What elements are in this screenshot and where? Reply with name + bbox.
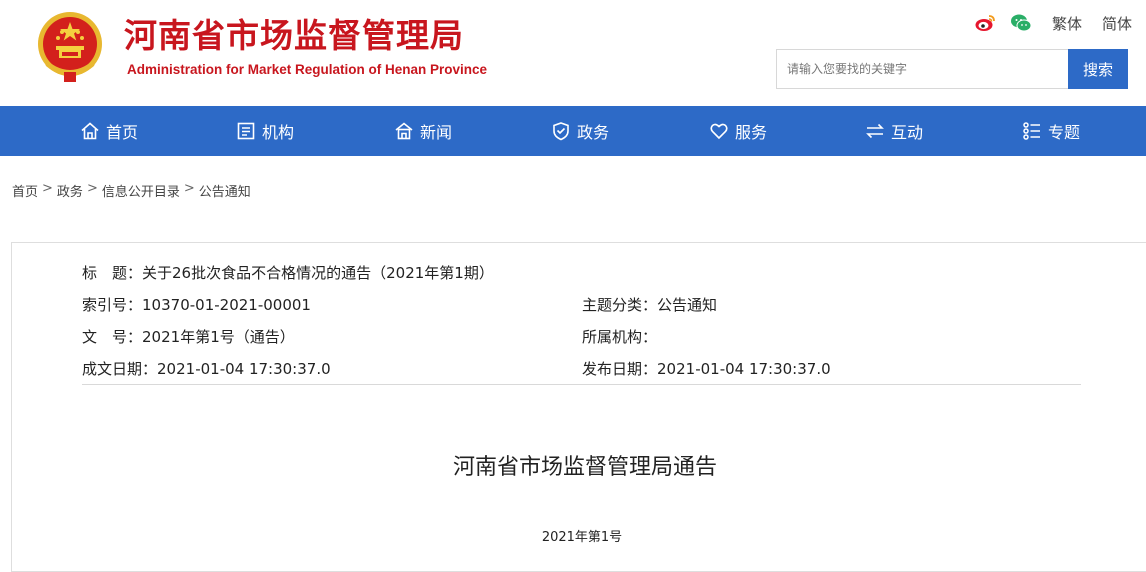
nav-label: 机构 bbox=[262, 123, 295, 142]
nav-label: 新闻 bbox=[420, 123, 453, 142]
breadcrumb-government-affairs[interactable]: 政务 bbox=[57, 181, 83, 200]
nav-item-government-affairs[interactable]: 政务 bbox=[551, 106, 609, 156]
breadcrumb: 首页 > 政务 > 信息公开目录 > 公告通知 bbox=[12, 181, 251, 200]
meta-doc-number: 文 号：2021年第1号（通告） bbox=[82, 327, 295, 347]
national-emblem-icon[interactable] bbox=[34, 10, 106, 84]
nav-label: 互动 bbox=[891, 123, 924, 142]
heart-icon bbox=[710, 123, 728, 140]
org-list-icon bbox=[237, 122, 255, 140]
meta-doc-number-value: 2021年第1号（通告） bbox=[142, 328, 295, 346]
exchange-arrows-icon bbox=[866, 123, 884, 139]
breadcrumb-disclosure-catalog[interactable]: 信息公开目录 bbox=[102, 181, 180, 200]
top-tools: 繁体 简体 bbox=[974, 12, 1132, 34]
meta-created-label: 成文日期： bbox=[82, 360, 158, 378]
nav-label: 服务 bbox=[735, 123, 768, 142]
nav-item-home[interactable]: 首页 bbox=[80, 106, 138, 156]
breadcrumb-notices[interactable]: 公告通知 bbox=[199, 181, 251, 200]
nav-label: 政务 bbox=[577, 123, 610, 142]
meta-category-label: 主题分类： bbox=[582, 296, 658, 314]
document-heading: 河南省市场监督管理局通告 bbox=[452, 455, 717, 480]
nav-item-organization[interactable]: 机构 bbox=[236, 106, 294, 156]
traditional-chinese-link[interactable]: 繁体 bbox=[1052, 13, 1082, 34]
wechat-icon[interactable] bbox=[1010, 12, 1032, 34]
shield-icon bbox=[553, 122, 569, 141]
search-input[interactable] bbox=[776, 49, 1068, 89]
meta-index-label: 索引号： bbox=[82, 296, 143, 314]
nav-item-services[interactable]: 服务 bbox=[709, 106, 767, 156]
meta-title: 标 题：关于26批次食品不合格情况的通告（2021年第1期） bbox=[82, 263, 494, 283]
search-box: 搜索 bbox=[776, 49, 1128, 89]
meta-published-date: 发布日期：2021-01-04 17:30:37.0 bbox=[582, 359, 831, 379]
site-title[interactable]: 河南省市场监督管理局 bbox=[124, 16, 464, 56]
article-container: 标 题：关于26批次食品不合格情况的通告（2021年第1期） 索引号：10370… bbox=[11, 242, 1146, 572]
site-header: 河南省市场监督管理局 Administration for Market Reg… bbox=[0, 0, 1146, 106]
meta-category: 主题分类：公告通知 bbox=[582, 295, 717, 315]
document-number: 2021年第1号 bbox=[541, 530, 623, 545]
meta-index: 索引号：10370-01-2021-00001 bbox=[82, 295, 311, 315]
nav-item-topics[interactable]: 专题 bbox=[1022, 106, 1080, 156]
meta-doc-number-label: 文 号： bbox=[82, 328, 143, 346]
search-button[interactable]: 搜索 bbox=[1068, 49, 1128, 89]
nav-label: 专题 bbox=[1048, 123, 1081, 142]
meta-published-value: 2021-01-04 17:30:37.0 bbox=[657, 360, 831, 378]
meta-title-value: 关于26批次食品不合格情况的通告（2021年第1期） bbox=[142, 264, 494, 282]
meta-created-value: 2021-01-04 17:30:37.0 bbox=[157, 360, 331, 378]
main-nav: 首页 机构 新闻 政务 服务 互动 专题 bbox=[0, 106, 1146, 156]
meta-organization: 所属机构： bbox=[582, 327, 657, 347]
breadcrumb-separator: > bbox=[183, 181, 195, 196]
simplified-chinese-link[interactable]: 简体 bbox=[1102, 13, 1132, 34]
meta-created-date: 成文日期：2021-01-04 17:30:37.0 bbox=[82, 359, 331, 379]
home-icon bbox=[81, 122, 99, 140]
topic-list-icon bbox=[1023, 122, 1040, 140]
document-metadata: 标 题：关于26批次食品不合格情况的通告（2021年第1期） 索引号：10370… bbox=[82, 259, 1081, 385]
weibo-icon[interactable] bbox=[974, 12, 996, 34]
site-title-english: Administration for Market Regulation of … bbox=[127, 62, 488, 77]
nav-label: 首页 bbox=[106, 123, 139, 142]
nav-item-interaction[interactable]: 互动 bbox=[865, 106, 923, 156]
meta-organization-label: 所属机构： bbox=[582, 328, 658, 346]
meta-category-value: 公告通知 bbox=[657, 296, 718, 314]
meta-index-value: 10370-01-2021-00001 bbox=[142, 296, 311, 314]
meta-title-label: 标 题： bbox=[82, 264, 143, 282]
nav-item-news[interactable]: 新闻 bbox=[394, 106, 452, 156]
breadcrumb-separator: > bbox=[42, 181, 53, 196]
meta-published-label: 发布日期： bbox=[582, 360, 658, 378]
breadcrumb-separator: > bbox=[86, 181, 98, 196]
news-house-icon bbox=[395, 122, 413, 140]
breadcrumb-home[interactable]: 首页 bbox=[12, 181, 38, 200]
